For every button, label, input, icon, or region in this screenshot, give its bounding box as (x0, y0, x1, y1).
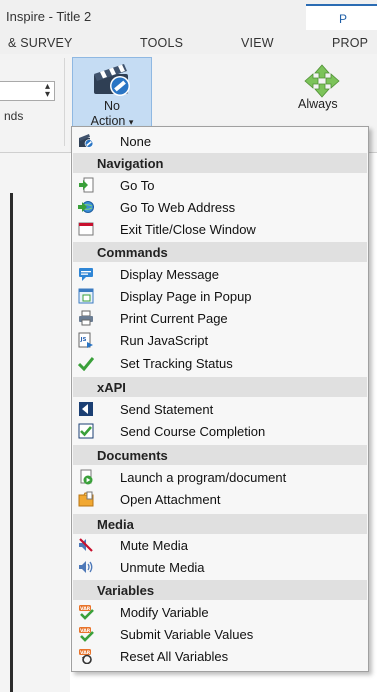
exit-window-icon (78, 221, 94, 237)
menu-item-send-statement[interactable]: Send Statement (72, 398, 368, 420)
action-dropdown-menu: None Navigation Go To Go To Web Address Exit… (71, 126, 369, 672)
menu-item-modify-variable[interactable]: VAR Modify Variable (72, 601, 368, 623)
submit-variable-icon: VAR (78, 626, 94, 642)
menu-section-label: xAPI (97, 380, 126, 395)
menu-item-none[interactable]: None (72, 130, 368, 152)
menu-item-unmute-media[interactable]: Unmute Media (72, 556, 368, 578)
menu-section-documents: Documents (73, 445, 367, 465)
svg-text:VAR: VAR (80, 606, 91, 612)
reset-variables-icon: VAR (78, 648, 94, 665)
action-button-label-line1: No (104, 99, 120, 113)
action-dropdown-button[interactable]: No Action ▾ (72, 57, 152, 129)
menu-item-label: Print Current Page (120, 311, 228, 326)
spinner-arrows-icon[interactable]: ▴ ▾ (45, 82, 50, 100)
svg-text:VAR: VAR (80, 628, 91, 634)
numeric-spinner[interactable]: ▴ ▾ (0, 81, 55, 101)
menu-item-submit-variable-values[interactable]: VAR Submit Variable Values (72, 623, 368, 645)
menu-item-label: Send Statement (120, 402, 214, 417)
menu-section-label: Commands (97, 245, 168, 260)
mute-icon (78, 537, 94, 553)
menu-item-display-page-in-popup[interactable]: Display Page in Popup (72, 285, 368, 307)
attachment-icon (78, 491, 94, 507)
window-title: Inspire - Title 2 (6, 9, 92, 24)
canvas-edge (10, 193, 13, 692)
menu-item-send-course-completion[interactable]: Send Course Completion (72, 420, 368, 442)
menu-item-label: Open Attachment (120, 492, 221, 507)
ribbon-tabs: & SURVEY TOOLS VIEW PROP (0, 30, 377, 54)
menu-item-label: Display Page in Popup (120, 289, 252, 304)
menu-section-xapi: xAPI (73, 377, 367, 397)
menu-item-print-current-page[interactable]: Print Current Page (72, 307, 368, 329)
javascript-icon: JS (78, 332, 94, 348)
menu-item-set-tracking-status[interactable]: Set Tracking Status (72, 352, 368, 374)
context-tab-label: P (339, 12, 348, 26)
menu-item-exit-title-close-window[interactable]: Exit Title/Close Window (72, 218, 368, 240)
menu-item-open-attachment[interactable]: Open Attachment (72, 488, 368, 510)
xapi-statement-icon (78, 401, 94, 417)
menu-item-run-javascript[interactable]: JS Run JavaScript (72, 329, 368, 351)
no-action-clapper-icon (94, 64, 130, 96)
menu-item-go-to-web-address[interactable]: Go To Web Address (72, 196, 368, 218)
menu-item-label: Exit Title/Close Window (120, 222, 256, 237)
menu-section-label: Navigation (97, 156, 164, 171)
menu-section-variables: Variables (73, 580, 367, 600)
menu-item-mute-media[interactable]: Mute Media (72, 534, 368, 556)
menu-item-label: Mute Media (120, 538, 188, 553)
menu-section-navigation: Navigation (73, 153, 367, 173)
launch-document-icon (78, 469, 94, 485)
popup-icon (78, 288, 94, 304)
ribbon-left-label: nds (4, 109, 24, 123)
unmute-icon (78, 559, 94, 575)
ribbon-separator (64, 58, 65, 146)
menu-section-media: Media (73, 514, 367, 534)
menu-item-label: Display Message (120, 267, 219, 282)
always-arrows-icon[interactable] (304, 64, 340, 98)
web-address-icon (78, 199, 94, 215)
no-action-icon (78, 133, 94, 149)
menu-item-label: Modify Variable (120, 605, 209, 620)
tab-survey[interactable]: & SURVEY (8, 36, 73, 50)
checkmark-icon (77, 355, 95, 372)
menu-item-label: Set Tracking Status (120, 356, 233, 371)
menu-section-label: Documents (97, 448, 168, 463)
menu-item-label: Go To (120, 178, 155, 193)
goto-icon (78, 177, 94, 193)
tab-tools[interactable]: TOOLS (140, 36, 183, 50)
tab-view[interactable]: VIEW (241, 36, 274, 50)
message-icon (78, 266, 94, 282)
svg-text:JS: JS (80, 337, 87, 343)
menu-item-launch-a-program-document[interactable]: Launch a program/document (72, 466, 368, 488)
menu-item-label: Reset All Variables (120, 649, 229, 664)
course-completion-icon (78, 423, 94, 439)
always-button-label[interactable]: Always (298, 97, 338, 111)
menu-item-label: Submit Variable Values (120, 627, 254, 642)
menu-section-label: Variables (97, 583, 155, 598)
modify-variable-icon: VAR (78, 604, 94, 620)
menu-section-label: Media (97, 517, 134, 532)
menu-item-label: Unmute Media (120, 560, 205, 575)
menu-section-commands: Commands (73, 242, 367, 262)
menu-item-label: Launch a program/document (120, 470, 287, 485)
menu-item-display-message[interactable]: Display Message (72, 263, 368, 285)
menu-item-reset-all-variables[interactable]: VAR Reset All Variables (72, 645, 368, 667)
menu-item-label: Go To Web Address (120, 200, 236, 215)
menu-item-go-to[interactable]: Go To (72, 174, 368, 196)
menu-item-label: None (120, 134, 152, 149)
menu-item-label: Send Course Completion (120, 424, 266, 439)
menu-item-label: Run JavaScript (120, 333, 209, 348)
tab-properties[interactable]: PROP (332, 36, 368, 50)
printer-icon (78, 310, 94, 326)
